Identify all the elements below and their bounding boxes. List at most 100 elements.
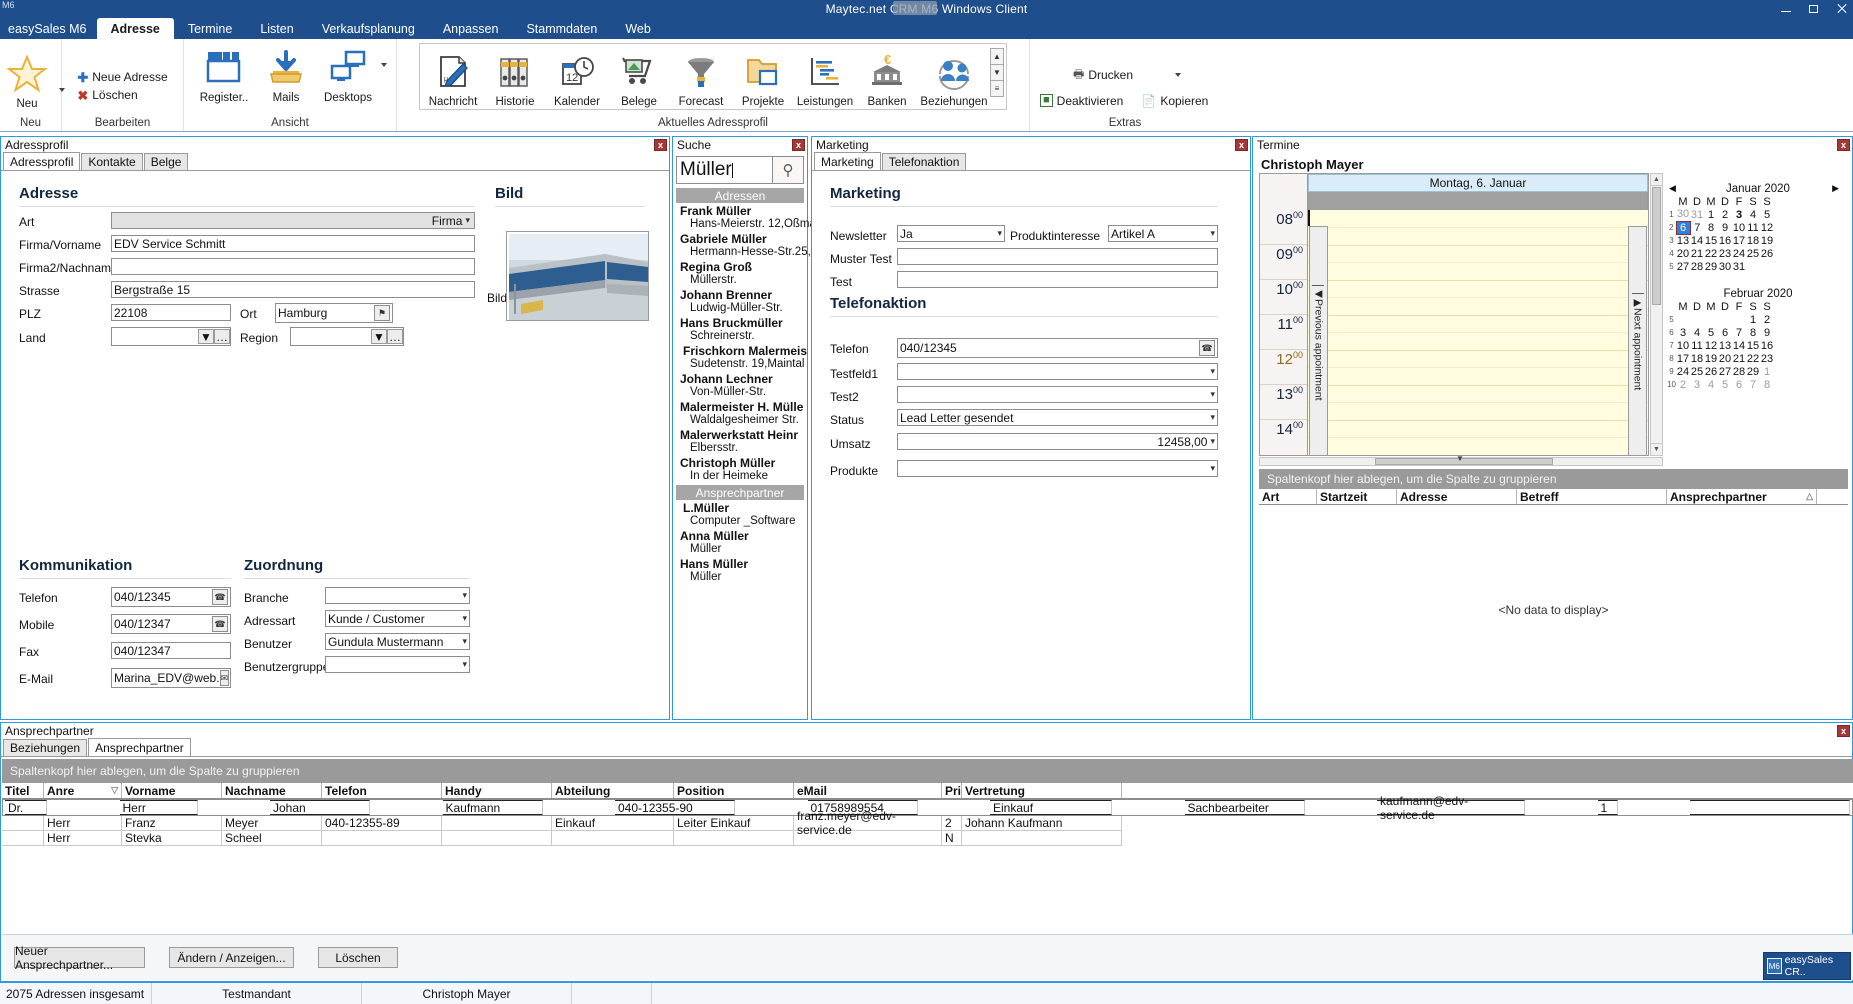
ort-input[interactable]: Hamburg ⚑: [275, 303, 393, 323]
day-cell[interactable]: 25: [1746, 247, 1760, 260]
drucken-dropdown-caret[interactable]: [1175, 73, 1181, 77]
next-appointment-nav[interactable]: │▶ Next appointment: [1628, 226, 1647, 455]
search-result-item[interactable]: Malerwerkstatt Heinr Elbersstr.: [676, 427, 804, 455]
muster-test-input[interactable]: [897, 248, 1218, 265]
termine-group-bar[interactable]: Spaltenkopf hier ablegen, um die Spalte …: [1259, 469, 1848, 489]
col-telefon[interactable]: Telefon: [322, 783, 442, 798]
hscroll-thumb[interactable]: [1375, 458, 1553, 465]
testfeld1-select[interactable]: ▾: [897, 363, 1218, 380]
day-cell[interactable]: 11: [1690, 339, 1704, 352]
benutzer-select[interactable]: Gundula Mustermann ▾: [325, 633, 470, 650]
kalender-button[interactable]: 12 Kalender: [546, 45, 608, 109]
spin-expand-icon[interactable]: ≡: [990, 80, 1004, 97]
col-pri[interactable]: Pri: [942, 783, 962, 798]
day-cell[interactable]: 20: [1676, 247, 1690, 260]
day-cell[interactable]: 9: [1718, 221, 1732, 234]
day-cell[interactable]: 12: [1760, 221, 1774, 234]
day-cell[interactable]: 19: [1704, 352, 1718, 365]
search-result-item[interactable]: Malermeister H. Mülle Waldalgesheimer St…: [676, 399, 804, 427]
ribbon-tab-stammdaten[interactable]: Stammdaten: [512, 18, 611, 39]
previous-appointment-nav[interactable]: ▶│ Previous appointment: [1309, 226, 1328, 455]
scroll-up-icon[interactable]: ▲: [1651, 174, 1662, 186]
day-cell[interactable]: 7: [1746, 378, 1760, 391]
search-input[interactable]: Müller: [676, 156, 773, 184]
table-row[interactable]: Herr Franz Meyer 040-12355-89 Einkauf Le…: [2, 809, 1853, 837]
day-slots[interactable]: ▶│ Previous appointment │▶ Next appointm…: [1308, 210, 1648, 455]
day-cell[interactable]: 11: [1746, 221, 1760, 234]
col-anre[interactable]: Anre ▽: [44, 783, 122, 798]
day-cell[interactable]: [1732, 313, 1746, 326]
day-cell[interactable]: [1704, 313, 1718, 326]
ribbon-tab-web[interactable]: Web: [611, 18, 664, 39]
mobile-input[interactable]: 040/12347 ☎: [111, 614, 231, 634]
day-cell[interactable]: 16: [1760, 339, 1774, 352]
day-cell[interactable]: 7: [1690, 221, 1704, 234]
day-cell[interactable]: 10: [1732, 221, 1746, 234]
ribbon-tab-adresse[interactable]: Adresse: [96, 18, 174, 39]
day-cell[interactable]: 9: [1760, 326, 1774, 339]
day-cell[interactable]: 7: [1732, 326, 1746, 339]
test-input[interactable]: [897, 271, 1218, 288]
beziehungen-button[interactable]: Beziehungen: [918, 45, 990, 109]
land-input[interactable]: ▼ …: [111, 327, 231, 346]
adressprofil-scroll-spinner[interactable]: ▲ ▼ ≡: [990, 48, 1004, 97]
col-nachname[interactable]: Nachname: [222, 783, 322, 798]
day-cell[interactable]: 14: [1690, 234, 1704, 247]
region-dropdown-icon[interactable]: ▼: [371, 329, 387, 344]
col-adresse[interactable]: Adresse: [1397, 489, 1517, 504]
day-cell[interactable]: [1676, 313, 1690, 326]
search-result-item[interactable]: Gabriele Müller Hermann-Hesse-Str.25,S: [676, 231, 818, 259]
maximize-icon[interactable]: [1807, 2, 1821, 16]
day-cell[interactable]: 1: [1760, 365, 1774, 378]
land-ellipsis-button[interactable]: …: [214, 329, 230, 344]
day-cell[interactable]: 14: [1732, 339, 1746, 352]
marketing-close-icon[interactable]: x: [1235, 138, 1248, 151]
col-ansprechpartner[interactable]: Ansprechpartner △: [1667, 489, 1817, 504]
day-cell[interactable]: [1718, 313, 1732, 326]
day-cell[interactable]: 25: [1690, 365, 1704, 378]
belege-button[interactable]: Belege: [608, 45, 670, 109]
test2-select[interactable]: ▾: [897, 386, 1218, 403]
branche-select[interactable]: ▾: [325, 587, 470, 604]
search-result-item[interactable]: Hans Müller Müller: [676, 556, 804, 584]
ansprechpartner-close-icon[interactable]: x: [1837, 724, 1850, 737]
day-cell[interactable]: 22: [1704, 247, 1718, 260]
nachricht-button[interactable]: μ Nachricht: [422, 45, 484, 109]
ribbon-tab-termine[interactable]: Termine: [174, 18, 246, 39]
search-result-item[interactable]: Regina Groß Müllerstr.: [676, 259, 804, 287]
day-cell[interactable]: 28: [1690, 260, 1704, 273]
loeschen-button[interactable]: ✖ Löschen: [73, 86, 141, 104]
day-cell[interactable]: 18: [1746, 234, 1760, 247]
day-cell[interactable]: 2: [1676, 378, 1690, 391]
table-row[interactable]: Herr Stevka Scheel N: [2, 831, 1853, 846]
deaktivieren-button[interactable]: ■ Deaktivieren: [1036, 92, 1127, 110]
land-dropdown-icon[interactable]: ▼: [198, 329, 214, 344]
day-cell[interactable]: 29: [1746, 365, 1760, 378]
loeschen-ansprechpartner-button[interactable]: Löschen: [318, 947, 398, 968]
day-cell[interactable]: 22: [1746, 352, 1760, 365]
day-cell[interactable]: [1760, 260, 1774, 273]
search-result-item[interactable]: Hans Bruckmüller Schreinerstr.: [676, 315, 804, 343]
day-cell[interactable]: 28: [1732, 365, 1746, 378]
city-lookup-icon[interactable]: ⚑: [374, 305, 390, 321]
search-result-item[interactable]: Johann Brenner Ludwig-Müller-Str.: [676, 287, 804, 315]
spin-up-icon[interactable]: ▲: [990, 48, 1004, 65]
mails-button[interactable]: Mails: [255, 41, 317, 105]
day-cell[interactable]: 3: [1732, 208, 1746, 221]
day-cell[interactable]: [1690, 313, 1704, 326]
historie-button[interactable]: Historie: [484, 45, 546, 109]
day-cell[interactable]: 27: [1676, 260, 1690, 273]
termine-close-icon[interactable]: x: [1837, 138, 1850, 151]
ribbon-tab-easysales-m6[interactable]: easySales M6: [0, 18, 97, 39]
day-cell[interactable]: 21: [1690, 247, 1704, 260]
day-cell[interactable]: 6: [1718, 326, 1732, 339]
day-cell[interactable]: 13: [1676, 234, 1690, 247]
day-cell[interactable]: 1: [1746, 313, 1760, 326]
day-cell[interactable]: 23: [1760, 352, 1774, 365]
art-select[interactable]: Firma ▾: [111, 212, 475, 229]
tab-adressprofil[interactable]: Adressprofil: [3, 152, 81, 170]
register-button[interactable]: Register..: [193, 41, 255, 105]
neue-adresse-button[interactable]: ✚ Neue Adresse: [73, 68, 171, 86]
day-cell[interactable]: 4: [1746, 208, 1760, 221]
email-input[interactable]: Marina_EDV@web. ✉: [111, 668, 231, 688]
